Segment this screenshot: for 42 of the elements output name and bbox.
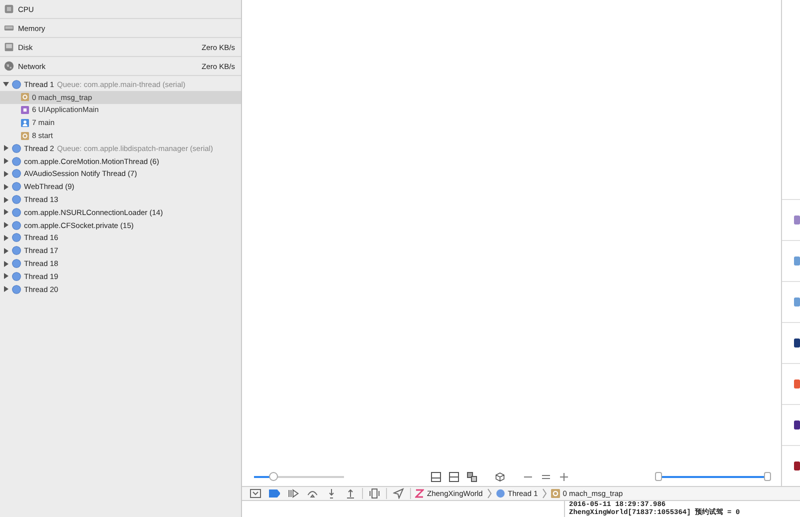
- disclosure-triangle-icon[interactable]: [3, 145, 9, 152]
- disclosure-triangle-icon[interactable]: [3, 222, 9, 228]
- thread-icon: [12, 80, 21, 89]
- disclosure-triangle-icon[interactable]: [3, 260, 9, 267]
- disclosure-triangle-icon[interactable]: [3, 81, 9, 88]
- globe-icon: [4, 61, 14, 71]
- disclosure-triangle-icon[interactable]: [3, 170, 9, 177]
- disclosure-triangle-icon[interactable]: [3, 286, 9, 292]
- layout-icon[interactable]: [448, 472, 458, 482]
- chevron-icon: [542, 488, 547, 499]
- disclosure-triangle-icon[interactable]: [3, 273, 9, 280]
- chip-icon: [4, 4, 14, 14]
- person-icon: [21, 118, 29, 127]
- cube-icon[interactable]: [494, 472, 504, 482]
- location-arrow-icon[interactable]: [391, 488, 406, 499]
- step-over-icon[interactable]: [305, 488, 320, 499]
- gear-icon: [550, 489, 560, 498]
- breakpoint-icon[interactable]: [267, 488, 282, 499]
- disclosure-triangle-icon[interactable]: [3, 234, 9, 241]
- layout-icon[interactable]: [430, 472, 440, 482]
- plus-icon[interactable]: [558, 472, 568, 482]
- memory-icon: [4, 23, 14, 33]
- continue-icon[interactable]: [286, 488, 301, 499]
- cup-icon: [21, 106, 29, 114]
- disclosure-triangle-icon[interactable]: [3, 196, 9, 203]
- disclosure-triangle-icon[interactable]: [3, 158, 9, 164]
- view-hierarchy-icon[interactable]: [367, 488, 382, 499]
- library-item-icon[interactable]: [794, 418, 800, 432]
- thread-icon: [496, 489, 505, 498]
- hide-console-icon[interactable]: [248, 488, 263, 499]
- zoom-slider[interactable]: [254, 472, 344, 482]
- disclosure-triangle-icon[interactable]: [3, 248, 9, 254]
- chevron-icon: [486, 488, 492, 499]
- stack-icon[interactable]: [466, 472, 476, 482]
- disclosure-triangle-icon[interactable]: [3, 184, 9, 190]
- gear-icon: [21, 93, 29, 102]
- disclosure-triangle-icon[interactable]: [3, 209, 9, 216]
- range-slider[interactable]: [655, 472, 771, 482]
- app-icon: [415, 489, 424, 498]
- library-item-icon[interactable]: [794, 459, 800, 473]
- gear-icon: [21, 132, 29, 140]
- library-item-icon[interactable]: [794, 336, 800, 350]
